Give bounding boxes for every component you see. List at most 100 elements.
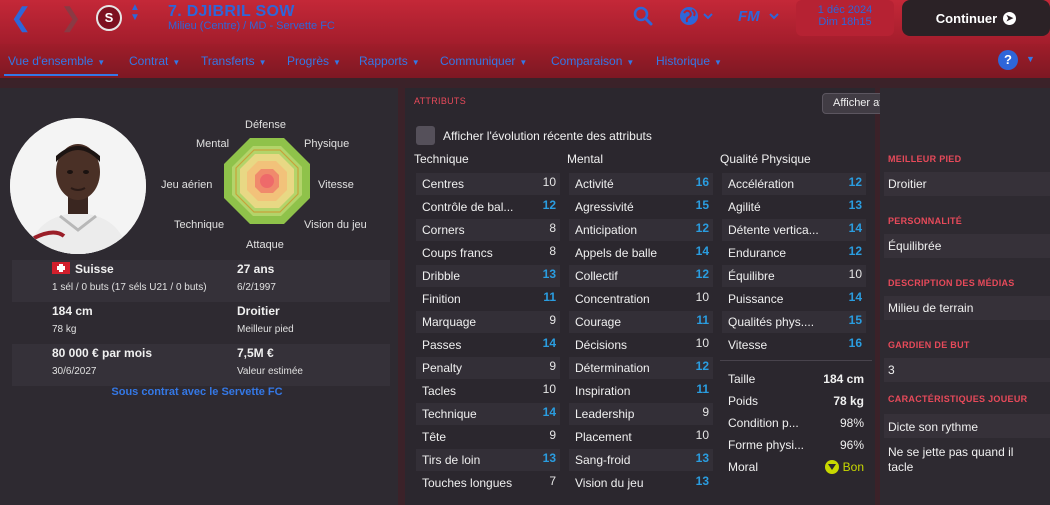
- tab-label: Historique: [656, 54, 711, 68]
- attribute-row[interactable]: Technique 14: [416, 403, 560, 425]
- show-attribute-changes-label[interactable]: Afficher l'évolution récente des attribu…: [443, 129, 652, 143]
- attribute-name: Endurance: [728, 246, 787, 260]
- attribute-row[interactable]: Collectif 12: [569, 265, 713, 287]
- attribute-row[interactable]: Centres 10: [416, 173, 560, 195]
- attribute-name: Activité: [575, 177, 614, 191]
- attribute-row[interactable]: Placement 10: [569, 426, 713, 448]
- continue-button[interactable]: Continuer ➤: [902, 0, 1050, 36]
- attribute-row[interactable]: Vitesse 16: [722, 334, 866, 356]
- attribute-value: 11: [696, 313, 709, 327]
- player-trait[interactable]: Dicte son rythme: [888, 420, 1038, 435]
- goalkeeper-rating-title: GARDIEN DE BUT: [888, 340, 970, 350]
- media-description-value[interactable]: Milieu de terrain: [888, 301, 1038, 316]
- tab-history[interactable]: Historique ▼: [656, 54, 722, 68]
- attribute-row[interactable]: Décisions 10: [569, 334, 713, 356]
- attribute-row[interactable]: Détente vertica... 14: [722, 219, 866, 241]
- tab-reports[interactable]: Rapports ▼: [359, 54, 420, 68]
- player-position-club[interactable]: Milieu (Centre) / MD - Servette FC: [168, 20, 335, 32]
- attribute-row[interactable]: Penalty 9: [416, 357, 560, 379]
- chevron-down-icon: ▼: [258, 58, 267, 67]
- back-icon[interactable]: ❮: [10, 4, 32, 30]
- attribute-value: 9: [702, 405, 709, 419]
- attribute-name: Marquage: [422, 315, 477, 329]
- preferred-foot-title: MEILLEUR PIED: [888, 154, 962, 164]
- attribute-row[interactable]: Touches longues 7: [416, 472, 560, 494]
- attribute-row[interactable]: Contrôle de bal... 12: [416, 196, 560, 218]
- stat-name: Condition p...: [728, 416, 799, 430]
- attribute-row[interactable]: Finition 11: [416, 288, 560, 310]
- player-trait[interactable]: Ne se jette pas quand il tacle: [888, 445, 1038, 475]
- attribute-row[interactable]: Activité 16: [569, 173, 713, 195]
- age: 27 ans: [237, 262, 275, 276]
- divider: [720, 360, 872, 361]
- attribute-row[interactable]: Sang-froid 13: [569, 449, 713, 471]
- player-traits-title: CARACTÉRISTIQUES JOUEUR: [888, 394, 1028, 404]
- chevron-down-icon[interactable]: ▼: [1026, 54, 1035, 64]
- club-selector-arrows-icon[interactable]: ▲ ▼: [130, 3, 140, 23]
- attribute-row[interactable]: Dribble 13: [416, 265, 560, 287]
- attribute-row[interactable]: Qualités phys.... 15: [722, 311, 866, 333]
- player-portrait-image: [10, 118, 146, 254]
- tab-communicate[interactable]: Communiquer ▼: [440, 54, 527, 68]
- attribute-value: 12: [695, 221, 709, 235]
- attribute-row[interactable]: Corners 8: [416, 219, 560, 241]
- attribute-row[interactable]: Agressivité 15: [569, 196, 713, 218]
- attribute-value: 12: [848, 175, 862, 189]
- tab-comparison[interactable]: Comparaison ▼: [551, 54, 634, 68]
- attribute-row[interactable]: Tacles 10: [416, 380, 560, 402]
- tab-progress[interactable]: Progrès ▼: [287, 54, 341, 68]
- tab-bar: Vue d'ensemble ▼ Contrat ▼ Transferts ▼ Pro…: [0, 44, 1050, 78]
- attribute-name: Courage: [575, 315, 622, 329]
- attribute-name: Penalty: [422, 361, 463, 375]
- attribute-value: 10: [695, 428, 709, 442]
- tab-contract[interactable]: Contrat ▼: [129, 54, 180, 68]
- attribute-row[interactable]: Marquage 9: [416, 311, 560, 333]
- game-date[interactable]: 1 déc 2024 Dim 18h15: [796, 0, 894, 36]
- international-caps: 1 sél / 0 buts (17 séls U21 / 0 buts): [52, 282, 207, 293]
- attribute-row[interactable]: Tirs de loin 13: [416, 449, 560, 471]
- attribute-row[interactable]: Coups francs 8: [416, 242, 560, 264]
- attribute-value: 12: [695, 267, 709, 281]
- contract-club-link[interactable]: Sous contrat avec le Servette FC: [0, 386, 394, 398]
- radar-label-technique: Technique: [174, 219, 225, 231]
- physical-stat-row: Condition p... 98%: [722, 412, 868, 434]
- attribute-row[interactable]: Endurance 12: [722, 242, 866, 264]
- help-button[interactable]: ?: [998, 50, 1018, 70]
- attribute-name: Tête: [422, 430, 447, 444]
- attribute-row[interactable]: Tête 9: [416, 426, 560, 448]
- attribute-row[interactable]: Concentration 10: [569, 288, 713, 310]
- show-attribute-changes-checkbox[interactable]: [416, 126, 435, 145]
- attribute-row[interactable]: Agilité 13: [722, 196, 866, 218]
- attribute-value: 12: [542, 198, 556, 212]
- attribute-row[interactable]: Passes 14: [416, 334, 560, 356]
- attribute-row[interactable]: Inspiration 11: [569, 380, 713, 402]
- attribute-value: 10: [848, 267, 862, 281]
- attribute-value: 13: [848, 198, 862, 212]
- attribute-row[interactable]: Anticipation 12: [569, 219, 713, 241]
- tab-overview[interactable]: Vue d'ensemble ▼: [8, 54, 105, 68]
- tab-transfers[interactable]: Transferts ▼: [201, 54, 267, 68]
- attribute-row[interactable]: Appels de balle 14: [569, 242, 713, 264]
- attribute-row[interactable]: Leadership 9: [569, 403, 713, 425]
- attribute-value: 14: [848, 221, 862, 235]
- nationality-label: Suisse: [75, 262, 114, 276]
- attribute-row[interactable]: Équilibre 10: [722, 265, 866, 287]
- forward-icon[interactable]: ❯: [60, 4, 82, 30]
- attribute-value: 12: [695, 359, 709, 373]
- attribute-value: 16: [695, 175, 709, 189]
- attribute-row[interactable]: Accélération 12: [722, 173, 866, 195]
- attribute-radar-chart: [224, 138, 310, 224]
- attribute-row[interactable]: Vision du jeu 13: [569, 472, 713, 494]
- fm-menu-button[interactable]: FM: [736, 4, 784, 28]
- attribute-row[interactable]: Détermination 12: [569, 357, 713, 379]
- chevron-down-icon: ▼: [333, 58, 341, 67]
- search-icon[interactable]: [632, 5, 654, 27]
- personality-value[interactable]: Équilibrée: [888, 239, 1038, 254]
- globe-menu-button[interactable]: [678, 4, 720, 28]
- nationality[interactable]: Suisse: [52, 262, 114, 276]
- weight: 78 kg: [52, 324, 77, 335]
- attribute-row[interactable]: Puissance 14: [722, 288, 866, 310]
- club-badge[interactable]: S: [96, 5, 122, 31]
- chevron-down-icon: ▼: [411, 58, 420, 67]
- attribute-row[interactable]: Courage 11: [569, 311, 713, 333]
